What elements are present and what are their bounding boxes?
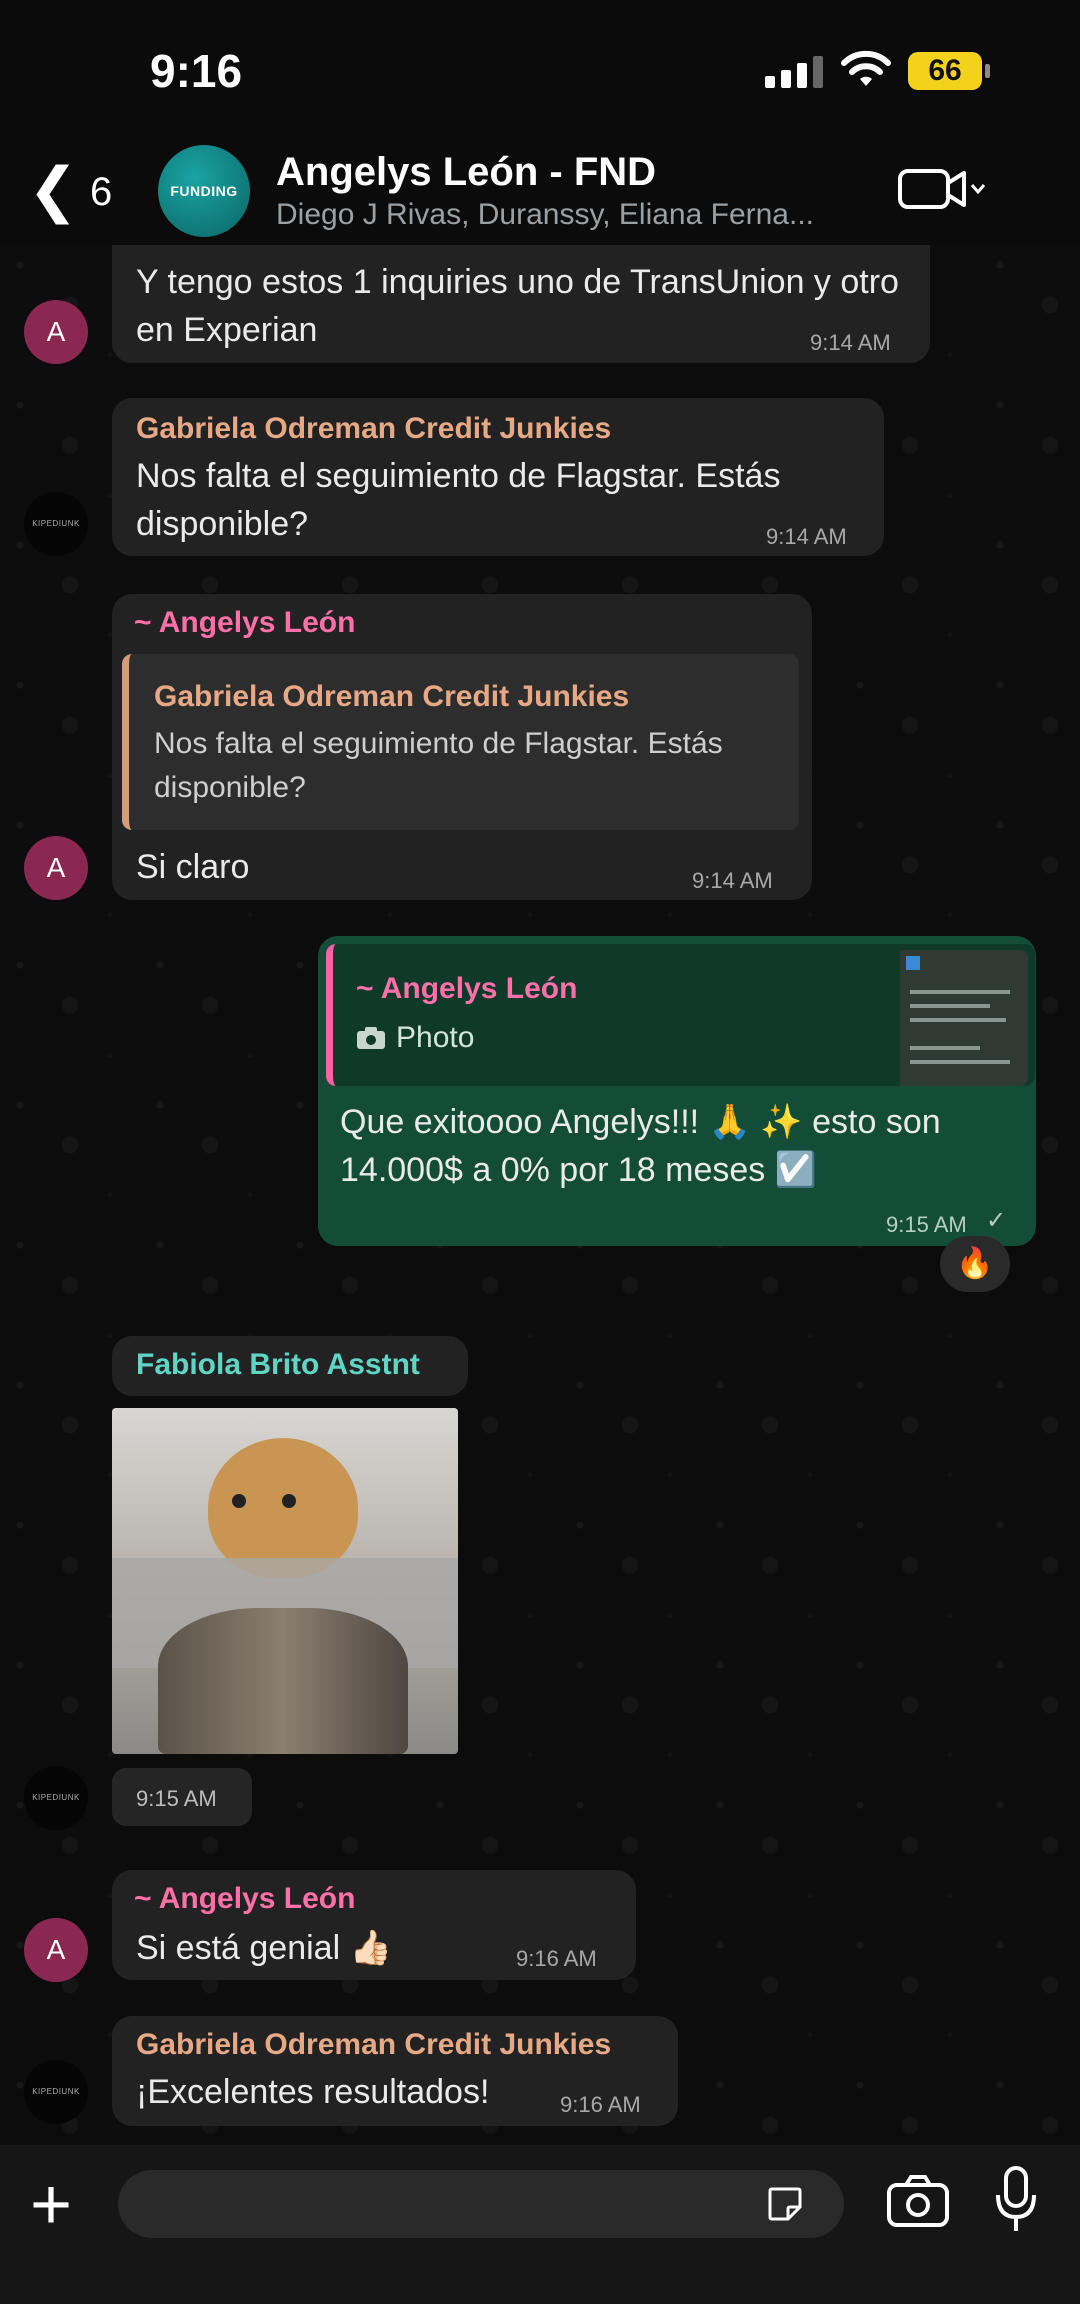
sender-name[interactable]: ~ Angelys León [134, 1882, 355, 1916]
message-time: 9:16 AM [560, 2092, 641, 2117]
read-check-icon: ✓ [986, 1207, 1007, 1234]
message-text: Si está genial 👍🏻 [136, 1929, 392, 1967]
group-members[interactable]: Diego J Rivas, Duranssy, Eliana Ferna... [276, 198, 856, 232]
message-text: Nos falta el seguimiento de Flagstar. Es… [136, 457, 781, 543]
message-time: 9:14 AM [810, 330, 891, 355]
camera-icon [357, 1027, 385, 1049]
quoted-photo-thumbnail[interactable] [900, 950, 1028, 1086]
quoted-sender: Gabriela Odreman Credit Junkies [154, 680, 630, 713]
message-input[interactable] [118, 2170, 844, 2238]
attach-plus-icon[interactable]: + [30, 2169, 72, 2241]
battery-indicator: 66 [908, 52, 990, 90]
camera-icon[interactable] [886, 2173, 950, 2229]
quoted-text: Nos falta el seguimiento de Flagstar. Es… [154, 727, 723, 804]
message-text: Y tengo estos 1 inquiries uno de TransUn… [136, 263, 899, 349]
reaction-badge[interactable]: 🔥 [940, 1236, 1010, 1292]
message-text: Si claro [136, 848, 250, 886]
back-chevron-icon[interactable]: ❮ [28, 160, 78, 220]
avatar[interactable]: A [24, 300, 88, 364]
quoted-sender: ~ Angelys León [356, 972, 578, 1005]
compose-bar: + [0, 2145, 1080, 2304]
sender-name[interactable]: Gabriela Odreman Credit Junkies [136, 412, 611, 446]
cellular-signal-icon [765, 56, 823, 88]
group-avatar[interactable]: FUNDING [158, 145, 250, 237]
avatar[interactable]: KIPEDIUNK [24, 2060, 88, 2124]
avatar[interactable]: KIPEDIUNK [24, 1766, 88, 1830]
avatar[interactable]: KIPEDIUNK [24, 492, 88, 556]
message-time: 9:15 AM [886, 1212, 967, 1237]
wifi-icon [841, 50, 891, 86]
message-text: Que exitoooo Angelys!!! 🙏 ✨ esto son 14.… [340, 1103, 941, 1189]
quoted-text: Photo [396, 1021, 475, 1054]
message-time: 9:15 AM [136, 1786, 217, 1811]
sticker-icon[interactable] [766, 2185, 804, 2223]
sender-name[interactable]: Fabiola Brito Asstnt [136, 1348, 420, 1382]
message-time: 9:16 AM [516, 1946, 597, 1971]
group-title[interactable]: Angelys León - FND [276, 150, 656, 195]
status-bar: 9:16 66 [0, 0, 1080, 140]
unread-count[interactable]: 6 [90, 170, 112, 215]
avatar[interactable]: A [24, 836, 88, 900]
avatar[interactable]: A [24, 1918, 88, 1982]
sender-name[interactable]: ~ Angelys León [134, 606, 355, 640]
video-call-icon[interactable] [898, 165, 988, 215]
microphone-icon[interactable] [992, 2165, 1040, 2235]
message-time: 9:14 AM [692, 868, 773, 893]
message-text: ¡Excelentes resultados! [136, 2073, 490, 2111]
photo-message[interactable] [112, 1408, 458, 1754]
status-time: 9:16 [150, 45, 243, 97]
chat-header: ❮ 6 FUNDING Angelys León - FND Diego J R… [0, 140, 1080, 245]
message-time: 9:14 AM [766, 524, 847, 549]
sender-name[interactable]: Gabriela Odreman Credit Junkies [136, 2028, 611, 2062]
